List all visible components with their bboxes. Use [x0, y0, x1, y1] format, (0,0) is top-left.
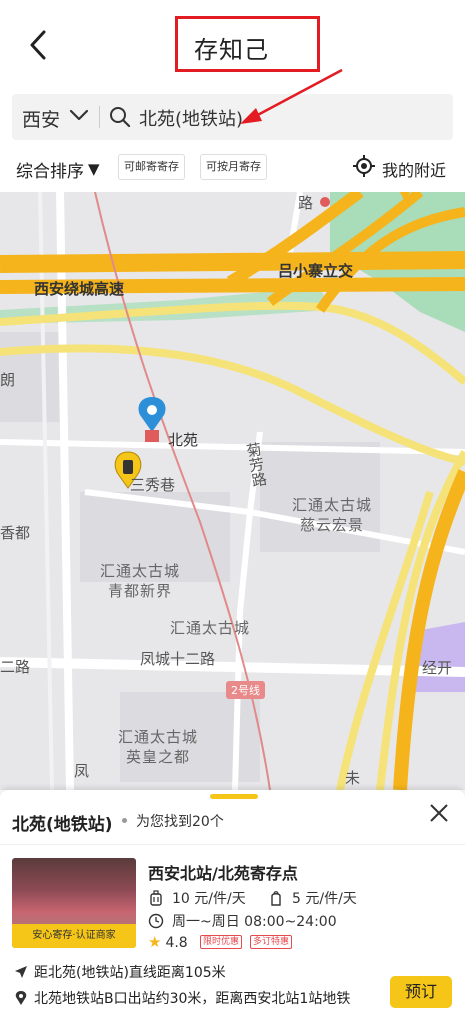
map-label-lane: 三秀巷: [130, 476, 176, 494]
map-label-huitong-d-2: 英皇之都: [126, 748, 191, 766]
map-label-huitong-b-2: 青都新界: [108, 582, 173, 600]
filter-chip-monthly[interactable]: 可按月寄存: [200, 154, 267, 180]
clock-icon: [148, 913, 164, 929]
search-bar[interactable]: 西安 北苑(地铁站): [12, 94, 453, 140]
map-label-highway: 西安绕城高速: [34, 280, 125, 298]
metro-station-icon: [145, 430, 159, 442]
star-icon: ★: [148, 933, 162, 951]
map-label-feng-bottom: 凤: [74, 762, 90, 780]
search-icon: [110, 107, 131, 128]
search-card: 西安 北苑(地铁站) 综合排序 ▼ 可邮寄寄存 可按月寄存 我的附近: [0, 80, 465, 192]
map-label-interchange: 吕小寨立交: [278, 262, 354, 280]
map-label-jingkai: 经开: [422, 659, 453, 677]
map-label-fengcheng: 凤城十二路: [140, 650, 216, 668]
price-bag: 5 元/件/天: [292, 891, 357, 907]
backpack-icon: [271, 891, 281, 906]
tag-limited-offer: 限时优惠: [200, 935, 243, 949]
filter-chip-mail[interactable]: 可邮寄寄存: [118, 154, 185, 180]
business-hours: 周一~周日 08:00~24:00: [172, 914, 337, 930]
results-count: 为您找到20个: [136, 814, 224, 830]
sheet-title: 北苑(地铁站): [12, 815, 113, 835]
sheet-drag-handle[interactable]: [210, 794, 258, 799]
rating: ★ 4.8: [148, 933, 188, 951]
dot-separator: [122, 818, 127, 823]
map-label-wei-bottom: 未: [345, 769, 361, 787]
map-pin-icon: [15, 991, 27, 1005]
map-label-left-fragment: 朗: [0, 371, 16, 389]
sort-arrow-icon[interactable]: ▼: [88, 160, 100, 178]
filter-bar: 综合排序 ▼ 可邮寄寄存 可按月寄存 我的附近: [0, 150, 465, 186]
certified-merchant-badge: 安心寄存·认证商家: [12, 924, 136, 948]
map-label-er-road: 二路: [0, 658, 31, 676]
price-luggage-row: 10 元/件/天: [148, 888, 246, 908]
map-label-huitong-d-1: 汇通太古城: [118, 728, 199, 746]
book-button[interactable]: 预订: [390, 976, 452, 1008]
map-label-road-top: 路: [298, 194, 314, 212]
map-view[interactable]: 路 西安绕城高速 吕小寨立交 朗 北苑 三秀巷 菊芳路 汇通太古城 慈云宏景 香…: [0, 192, 465, 790]
distance-text: 距北苑(地铁站)直线距离105米: [34, 965, 226, 981]
header: 存知己: [0, 0, 465, 80]
map-label-huitong-b-1: 汇通太古城: [100, 562, 181, 580]
store-thumbnail[interactable]: 安心寄存·认证商家: [12, 858, 136, 948]
tag-multi-order: 多订特惠: [250, 935, 293, 949]
map-label-xiangdu: 香都: [0, 524, 31, 542]
poi-marker-icon: [320, 197, 330, 207]
sort-dropdown[interactable]: 综合排序: [16, 157, 84, 182]
close-icon[interactable]: [428, 802, 450, 824]
location-pin-icon: [138, 397, 166, 432]
nearby-button[interactable]: 我的附近: [382, 157, 446, 181]
suitcase-icon: [150, 890, 162, 906]
distance-row: 距北苑(地铁站)直线距离105米: [14, 962, 226, 982]
chevron-down-icon[interactable]: [68, 107, 90, 123]
rating-value: 4.8: [165, 935, 188, 951]
locate-icon[interactable]: [353, 155, 375, 177]
city-selector[interactable]: 西安: [22, 105, 60, 132]
map-label-huitong-a-1: 汇通太古城: [292, 496, 373, 514]
search-input[interactable]: 北苑(地铁站): [139, 105, 243, 131]
divider: [0, 844, 465, 845]
navigation-arrow-icon: [15, 966, 27, 978]
search-separator: [99, 106, 100, 128]
address-text: 北苑地铁站B口出站约30米，距离西安北站1站地铁: [34, 991, 351, 1007]
page-title: 存知己: [194, 36, 269, 64]
store-name[interactable]: 西安北站/北苑寄存点: [148, 860, 298, 884]
back-arrow-icon[interactable]: [24, 28, 54, 62]
map-label-huitong-a-2: 慈云宏景: [300, 516, 365, 534]
results-sheet: 北苑(地铁站) 为您找到20个 安心寄存·认证商家 西安北站/北苑寄存点 10 …: [0, 790, 465, 1024]
map-label-station: 北苑: [168, 431, 199, 449]
map-label-huitong-c: 汇通太古城: [170, 619, 251, 637]
price-bag-row: 5 元/件/天: [268, 888, 357, 908]
hours-row: 周一~周日 08:00~24:00: [148, 911, 337, 931]
metro-line-badge: 2号线: [226, 681, 265, 699]
address-row: 北苑地铁站B口出站约30米，距离西安北站1站地铁: [14, 988, 350, 1008]
price-luggage: 10 元/件/天: [172, 891, 246, 907]
